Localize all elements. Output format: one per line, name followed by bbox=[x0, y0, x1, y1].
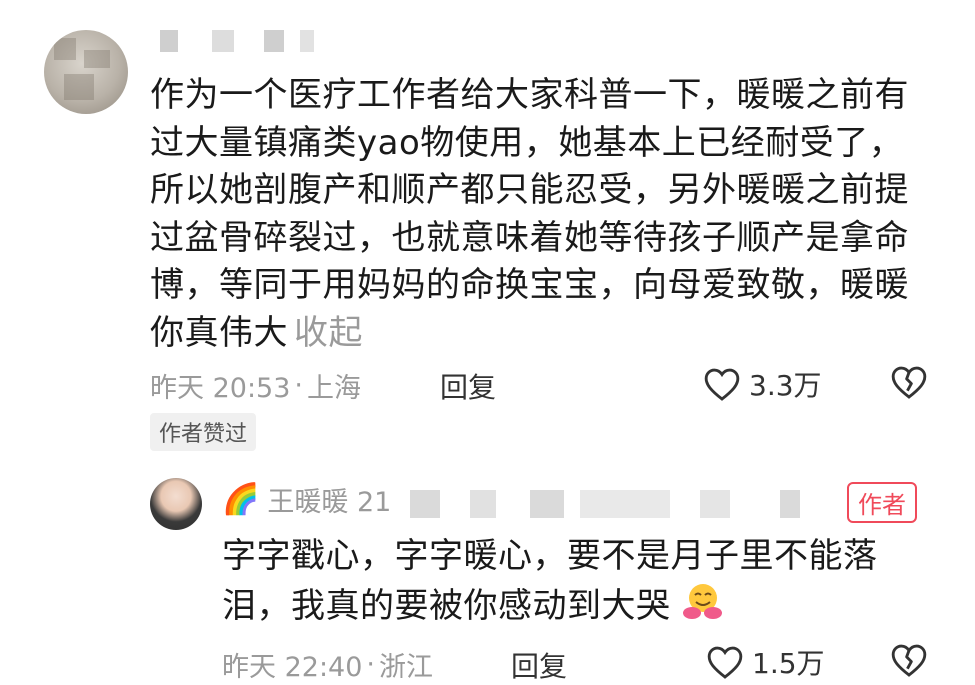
comment-dislike-button[interactable] bbox=[890, 364, 928, 404]
comment-like-count: 3.3万 bbox=[749, 369, 822, 402]
hugging-face-emoji bbox=[682, 581, 722, 635]
reply-author-row: 🌈 王暖暖 21 bbox=[222, 480, 391, 519]
comment-text: 作为一个医疗工作者给大家科普一下，暖暖之前有过大量镇痛类yao物使用，她基本上已… bbox=[150, 75, 909, 353]
commenter-name-pixelated[interactable] bbox=[160, 30, 330, 56]
comment-like-button[interactable]: 3.3万 bbox=[703, 364, 822, 404]
reply-text: 字字戳心，字字暖心，要不是月子里不能落泪，我真的要被你感动到大哭 bbox=[222, 536, 878, 626]
heart-outline-icon bbox=[707, 646, 743, 679]
author-liked-badge: 作者赞过 bbox=[150, 413, 257, 451]
comment-reply-button[interactable]: 回复 bbox=[440, 366, 496, 406]
reply-reply-button[interactable]: 回复 bbox=[511, 645, 567, 685]
reply-location: 浙江 bbox=[379, 652, 433, 683]
comment-location: 上海 bbox=[307, 373, 361, 404]
reply-time: 昨天 22:40 bbox=[222, 652, 363, 683]
collapse-link[interactable]: 收起 bbox=[294, 313, 363, 353]
broken-heart-icon bbox=[891, 366, 927, 399]
author-badge: 作者 bbox=[847, 482, 917, 523]
comment-body: 作为一个医疗工作者给大家科普一下，暖暖之前有过大量镇痛类yao物使用，她基本上已… bbox=[150, 72, 930, 357]
heart-outline-icon bbox=[704, 368, 740, 401]
commenter-avatar[interactable] bbox=[44, 30, 128, 114]
reply-like-button[interactable]: 1.5万 bbox=[706, 642, 825, 682]
reply-like-count: 1.5万 bbox=[752, 647, 825, 680]
comment-meta: 昨天 20:53 · 上海 bbox=[150, 366, 361, 405]
reply-meta: 昨天 22:40 · 浙江 bbox=[222, 645, 433, 684]
broken-heart-icon bbox=[891, 644, 927, 677]
reply-author-avatar[interactable] bbox=[150, 478, 202, 530]
rainbow-emoji: 🌈 bbox=[222, 482, 260, 517]
reply-author-info-pixelated bbox=[410, 488, 830, 522]
comment-time: 昨天 20:53 bbox=[150, 373, 291, 404]
reply-author-name[interactable]: 王暖暖 21 bbox=[267, 480, 391, 519]
reply-body: 字字戳心，字字暖心，要不是月子里不能落泪，我真的要被你感动到大哭 bbox=[222, 531, 922, 635]
reply-dislike-button[interactable] bbox=[890, 642, 928, 682]
